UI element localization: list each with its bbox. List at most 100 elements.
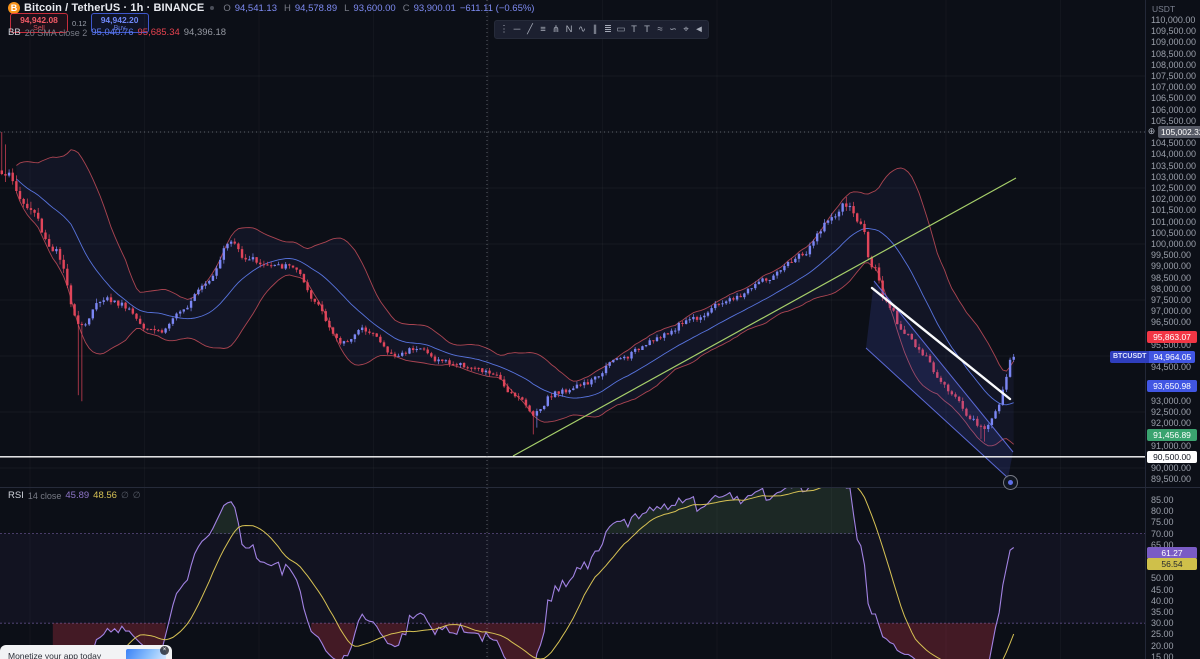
price-tick-label: 106,000.00 [1151,104,1197,115]
change-value: −611.11 (−0.65%) [459,2,535,14]
price-axis[interactable]: USDT 110,000.00 109,500.00 109,000.00 108,5… [1145,0,1200,659]
price-tick-label: 103,000.00 [1151,171,1197,182]
add-alert-plus-icon[interactable]: ⊕ [1146,126,1157,137]
last-price-symbol-pill: BTCUSDT [1110,350,1150,363]
price-tick-label: 110,000.00 [1151,15,1196,25]
parallel-channel-tool-icon[interactable]: ∥ [589,23,601,36]
price-tick-label: 103,500.00 [1151,160,1197,171]
sell-price: 94,942.08 [20,15,58,25]
price-tick-label: 104,000.00 [1151,149,1197,160]
rsi-tick-label: 50.00 [1151,573,1174,584]
pitchfork-tool-icon[interactable]: ⋔ [550,23,562,36]
price-tick-label: 105,500.00 [1151,115,1197,126]
fib-retracement-tool-icon[interactable]: ≣ [602,23,614,36]
chart-canvas[interactable] [0,0,1145,659]
rsi-tick-label: 15.00 [1151,651,1174,659]
rsi-indicator-legend[interactable]: RSI 14 close 45.89 48.56 ∅ ∅ [8,490,141,501]
collapse-toolbar-button[interactable]: ◄ [693,23,705,36]
price-tick-label: 102,500.00 [1151,183,1197,193]
close-value: 93,900.01 [413,2,456,14]
price-label-target-level: 91,456.89 [1147,429,1197,442]
drawing-anchor-icon[interactable] [1003,475,1018,490]
drawing-toolbar: ⋮ ─ ╱ ≡ ⋔ Ν ∿ ∥ ≣ ▭ T T ≈ ∽ ⌖ ◄ [494,20,709,39]
ad-close-icon[interactable]: × [160,646,169,655]
price-tick-label: 97,500.00 [1151,295,1192,305]
rsi-upper-band-null: ∅ [120,490,129,500]
high-value: 94,578.89 [294,2,338,14]
ad-banner[interactable]: Monetize your app today × [0,645,172,659]
zigzag-tool-icon[interactable]: ∿ [576,23,588,36]
ad-thumbnail-image: × [126,646,169,659]
rsi-params: 14 close [27,490,62,501]
price-tick-label: 100,000.00 [1151,239,1197,249]
rsi-ma-value: 48.56 [93,490,117,501]
crosshair-price-value: 105,002.32 [1158,125,1200,138]
price-tick-label: 109,500.00 [1151,26,1197,37]
bb-lower-value: 94,396.18 [183,27,227,38]
price-tick-label: 108,000.00 [1151,59,1197,70]
trend-line-tool-icon[interactable]: ╱ [524,23,536,36]
symbol-status-dot-icon [210,6,215,10]
price-label-horizontal-line-level: 90,500.00 [1147,450,1197,463]
price-tick-label: 106,500.00 [1151,93,1197,104]
bb-indicator-legend[interactable]: BB 20 SMA close 2 95,040.76 95,685.34 94… [8,27,226,38]
buy-price: 94,942.20 [100,15,139,25]
price-tick-label: 98,000.00 [1151,283,1192,294]
brush-tool-icon[interactable]: ≈ [654,23,666,36]
rsi-tick-label: 25.00 [1151,629,1174,640]
rsi-tick-label: 75.00 [1151,517,1174,528]
magnet-tool-icon[interactable]: ⌖ [680,23,692,36]
cursor-tool-icon[interactable]: ─ [511,23,523,36]
price-tick-label: 93,000.00 [1151,395,1192,406]
last-price-label: BTCUSDT 94,964.05 [1110,350,1196,363]
rsi-name: RSI [8,490,24,501]
price-tick-label: 109,000.00 [1151,37,1197,48]
price-tick-label: 100,500.00 [1151,227,1197,238]
pen-tool-icon[interactable]: ∽ [667,23,679,36]
elliott-wave-tool-icon[interactable]: Ν [563,23,575,36]
rsi-tick-label: 35.00 [1151,607,1174,617]
price-tick-label: 90,000.00 [1151,463,1192,473]
parallel-lines-tool-icon[interactable]: ≡ [537,23,549,36]
price-label-stop-level: 95,863.07 [1147,330,1197,343]
pane-separator[interactable] [0,487,1200,488]
drag-handle[interactable]: ⋮ [498,23,510,36]
open-value: 94,541.13 [234,2,277,14]
price-tick-label: 98,500.00 [1151,272,1192,283]
bb-params: 20 SMA close 2 [24,27,88,38]
low-label: L [344,2,350,14]
rsi-tick-label: 45.00 [1151,584,1174,595]
last-price-value: 94,964.05 [1149,350,1196,363]
bb-name: BB [8,27,21,38]
rectangle-tool-icon[interactable]: ▭ [615,23,627,36]
price-tick-label: 102,000.00 [1151,194,1197,205]
text-tool-icon[interactable]: T [628,23,640,36]
price-tick-label: 104,500.00 [1151,138,1197,149]
price-tick-label: 89,500.00 [1151,474,1192,485]
close-label: C [402,2,410,14]
price-tick-label: 101,000.00 [1151,216,1197,227]
ad-text: Monetize your app today [8,651,102,659]
rsi-lower-band-null: ∅ [132,490,141,500]
price-label-order-level: 93,650.98 [1147,380,1197,393]
anchored-text-tool-icon[interactable]: T [641,23,653,36]
price-tick-label: 101,500.00 [1151,205,1197,216]
low-value: 93,600.00 [353,2,396,14]
rsi-tick-label: 40.00 [1151,595,1174,606]
bb-basis-value: 95,040.76 [91,27,134,38]
high-label: H [283,2,291,14]
price-tick-label: 91,000.00 [1151,440,1192,451]
tradingview-chart-window: USDT 110,000.00 109,500.00 109,000.00 108,5… [0,0,1200,659]
rsi-tick-label: 20.00 [1151,640,1174,651]
rsi-tick-label: 85.00 [1151,495,1174,505]
price-axis-currency-label: USDT [1152,4,1176,14]
price-tick-label: 108,500.00 [1151,48,1197,59]
price-tick-label: 99,000.00 [1151,261,1192,272]
rsi-tick-label: 30.00 [1151,618,1174,629]
price-tick-label: 92,500.00 [1151,407,1192,417]
bb-upper-value: 95,685.34 [137,27,180,38]
price-tick-label: 92,000.00 [1151,418,1192,429]
crosshair-price-label: ⊕ 105,002.32 [1146,125,1200,138]
rsi-value: 45.89 [65,490,90,501]
open-label: O [223,2,231,14]
